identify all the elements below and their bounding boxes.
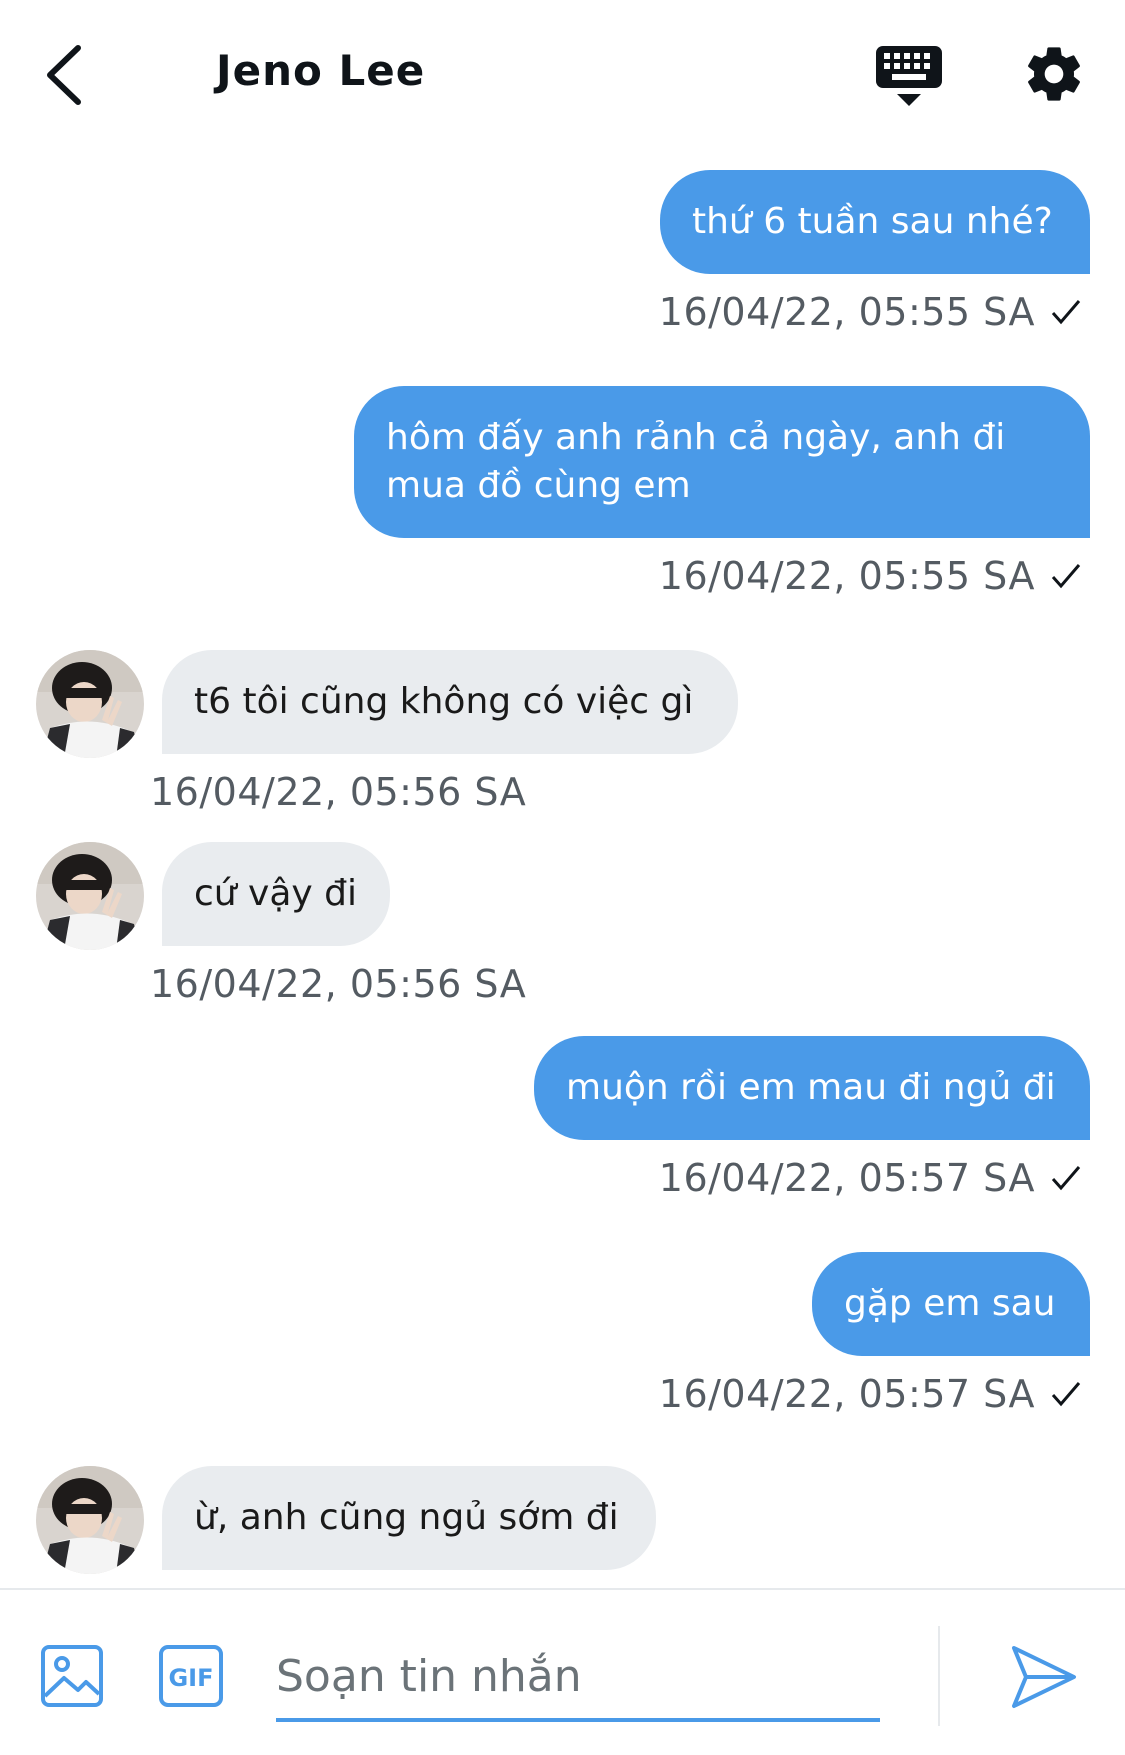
avatar[interactable] [36, 1466, 144, 1574]
message-list[interactable]: thứ 6 tuần sau nhé? 16/04/22, 05:55 SA h… [0, 150, 1125, 1588]
send-icon [1012, 1646, 1076, 1708]
incoming-message-bubble[interactable]: t6 tôi cũng không có việc gì [162, 650, 738, 754]
contact-name[interactable]: Jeno Lee [216, 46, 425, 95]
composer-divider [938, 1626, 940, 1726]
message-timestamp: 16/04/22, 05:57 SA [659, 1372, 1083, 1416]
message-timestamp: 16/04/22, 05:55 SA [659, 290, 1083, 334]
send-button[interactable] [1008, 1642, 1080, 1712]
timestamp-text: 16/04/22, 05:55 SA [658, 290, 1035, 334]
keyboard-button[interactable] [874, 44, 944, 110]
timestamp-text: 16/04/22, 05:57 SA [658, 1372, 1035, 1416]
back-button[interactable] [40, 40, 90, 110]
image-icon [41, 1645, 103, 1707]
check-icon [1051, 300, 1081, 325]
outgoing-message-bubble[interactable]: gặp em sau [812, 1252, 1090, 1356]
incoming-message-bubble[interactable]: ừ, anh cũng ngủ sớm đi [162, 1466, 656, 1570]
add-image-button[interactable] [40, 1644, 104, 1708]
message-timestamp: 16/04/22, 05:56 SA [150, 962, 527, 1006]
svg-text:GIF: GIF [168, 1664, 213, 1692]
check-icon [1051, 1166, 1081, 1191]
gear-icon [1028, 47, 1080, 101]
message-input[interactable] [276, 1634, 880, 1722]
keyboard-icon [876, 46, 942, 106]
chat-header: Jeno Lee [0, 0, 1125, 150]
avatar[interactable] [36, 842, 144, 950]
timestamp-text: 16/04/22, 05:57 SA [658, 1156, 1035, 1200]
message-timestamp: 16/04/22, 05:55 SA [659, 554, 1083, 598]
outgoing-message-bubble[interactable]: muộn rồi em mau đi ngủ đi [534, 1036, 1090, 1140]
gif-icon: GIF [159, 1645, 223, 1707]
message-timestamp: 16/04/22, 05:57 SA [659, 1156, 1083, 1200]
avatar[interactable] [36, 650, 144, 758]
outgoing-message-bubble[interactable]: thứ 6 tuần sau nhé? [660, 170, 1090, 274]
settings-button[interactable] [1022, 42, 1086, 106]
incoming-message-bubble[interactable]: cứ vậy đi [162, 842, 390, 946]
avatar-image [36, 650, 144, 758]
check-icon [1051, 1382, 1081, 1407]
timestamp-text: 16/04/22, 05:55 SA [658, 554, 1035, 598]
message-composer: GIF [0, 1588, 1125, 1755]
chevron-left-icon [47, 45, 81, 105]
add-gif-button[interactable]: GIF [158, 1644, 224, 1708]
avatar-image [36, 1466, 144, 1574]
avatar-image [36, 842, 144, 950]
outgoing-message-bubble[interactable]: hôm đấy anh rảnh cả ngày, anh đi mua đồ … [354, 386, 1090, 538]
message-timestamp: 16/04/22, 05:56 SA [150, 770, 527, 814]
check-icon [1051, 564, 1081, 589]
